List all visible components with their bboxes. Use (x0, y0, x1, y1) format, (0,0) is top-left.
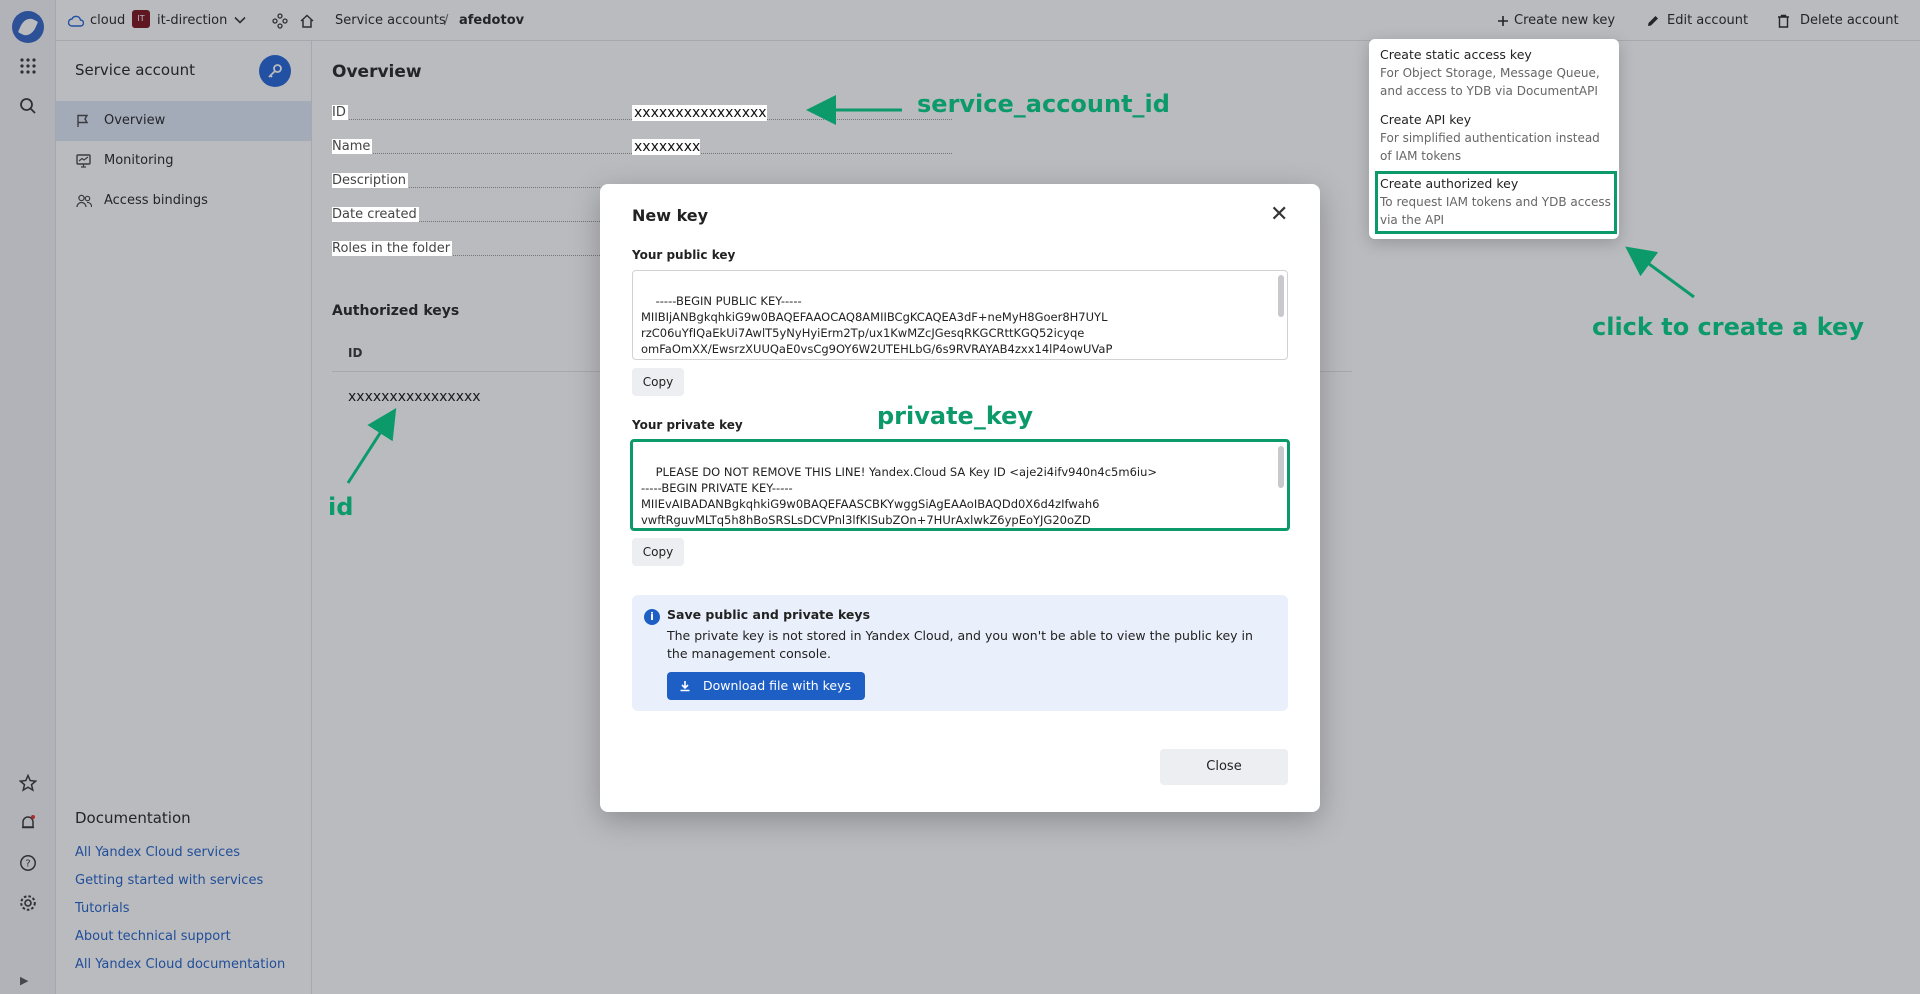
annotation-service-account-id: service_account_id (917, 90, 1170, 118)
dialog-title: New key (632, 206, 709, 225)
annotation-id: id (328, 493, 354, 521)
field-key: ID (332, 105, 348, 120)
private-key-text: PLEASE DO NOT REMOVE THIS LINE! Yandex.C… (641, 465, 1158, 527)
public-key-label: Your public key (632, 248, 736, 262)
menu-item-title: Create static access key (1380, 47, 1532, 62)
copy-public-key-button[interactable]: Copy (632, 368, 684, 396)
menu-item-title: Create authorized key (1380, 176, 1519, 191)
field-key: Date created (332, 207, 419, 222)
menu-item-desc: To request IAM tokens and YDB access via… (1380, 195, 1611, 227)
service-account-name-value: xxxxxxxx (632, 139, 701, 155)
close-button[interactable]: Close (1160, 749, 1288, 785)
menu-item-desc: For Object Storage, Message Queue, and a… (1380, 66, 1600, 98)
copy-private-key-button[interactable]: Copy (632, 538, 684, 566)
create-key-dropdown: Create static access key For Object Stor… (1369, 39, 1619, 239)
field-key: Roles in the folder (332, 241, 453, 256)
download-keys-button[interactable]: Download file with keys (667, 672, 866, 700)
menu-item-desc: For simplified authentication instead of… (1380, 131, 1600, 163)
public-key-textarea[interactable]: -----BEGIN PUBLIC KEY----- MIIBIjANBgkqh… (632, 270, 1288, 360)
scrollbar[interactable] (1278, 275, 1284, 317)
menu-item-api-key[interactable]: Create API key For simplified authentica… (1380, 112, 1612, 165)
save-keys-notice: i Save public and private keys The priva… (632, 595, 1288, 711)
close-icon[interactable]: ✕ (1270, 202, 1288, 227)
notice-title: Save public and private keys (667, 607, 871, 622)
info-icon: i (644, 609, 660, 625)
annotation-private-key: private_key (877, 402, 1034, 430)
download-icon (679, 672, 691, 700)
menu-item-title: Create API key (1380, 112, 1472, 127)
menu-item-authorized-key[interactable]: Create authorized key To request IAM tok… (1375, 171, 1617, 234)
notice-text: The private key is not stored in Yandex … (667, 628, 1253, 661)
scrollbar[interactable] (1278, 446, 1284, 488)
annotation-click-to-create: click to create a key (1592, 313, 1864, 341)
public-key-text: -----BEGIN PUBLIC KEY----- MIIBIjANBgkqh… (641, 294, 1133, 359)
private-key-label: Your private key (632, 418, 743, 432)
menu-item-static-access-key[interactable]: Create static access key For Object Stor… (1380, 47, 1612, 100)
private-key-textarea[interactable]: PLEASE DO NOT REMOVE THIS LINE! Yandex.C… (630, 439, 1290, 531)
new-key-dialog: New key ✕ Your public key -----BEGIN PUB… (600, 184, 1320, 812)
field-key: Name (332, 139, 373, 154)
service-account-id-value: xxxxxxxxxxxxxxxx (632, 105, 767, 121)
field-key: Description (332, 173, 409, 188)
download-label: Download file with keys (703, 678, 852, 693)
